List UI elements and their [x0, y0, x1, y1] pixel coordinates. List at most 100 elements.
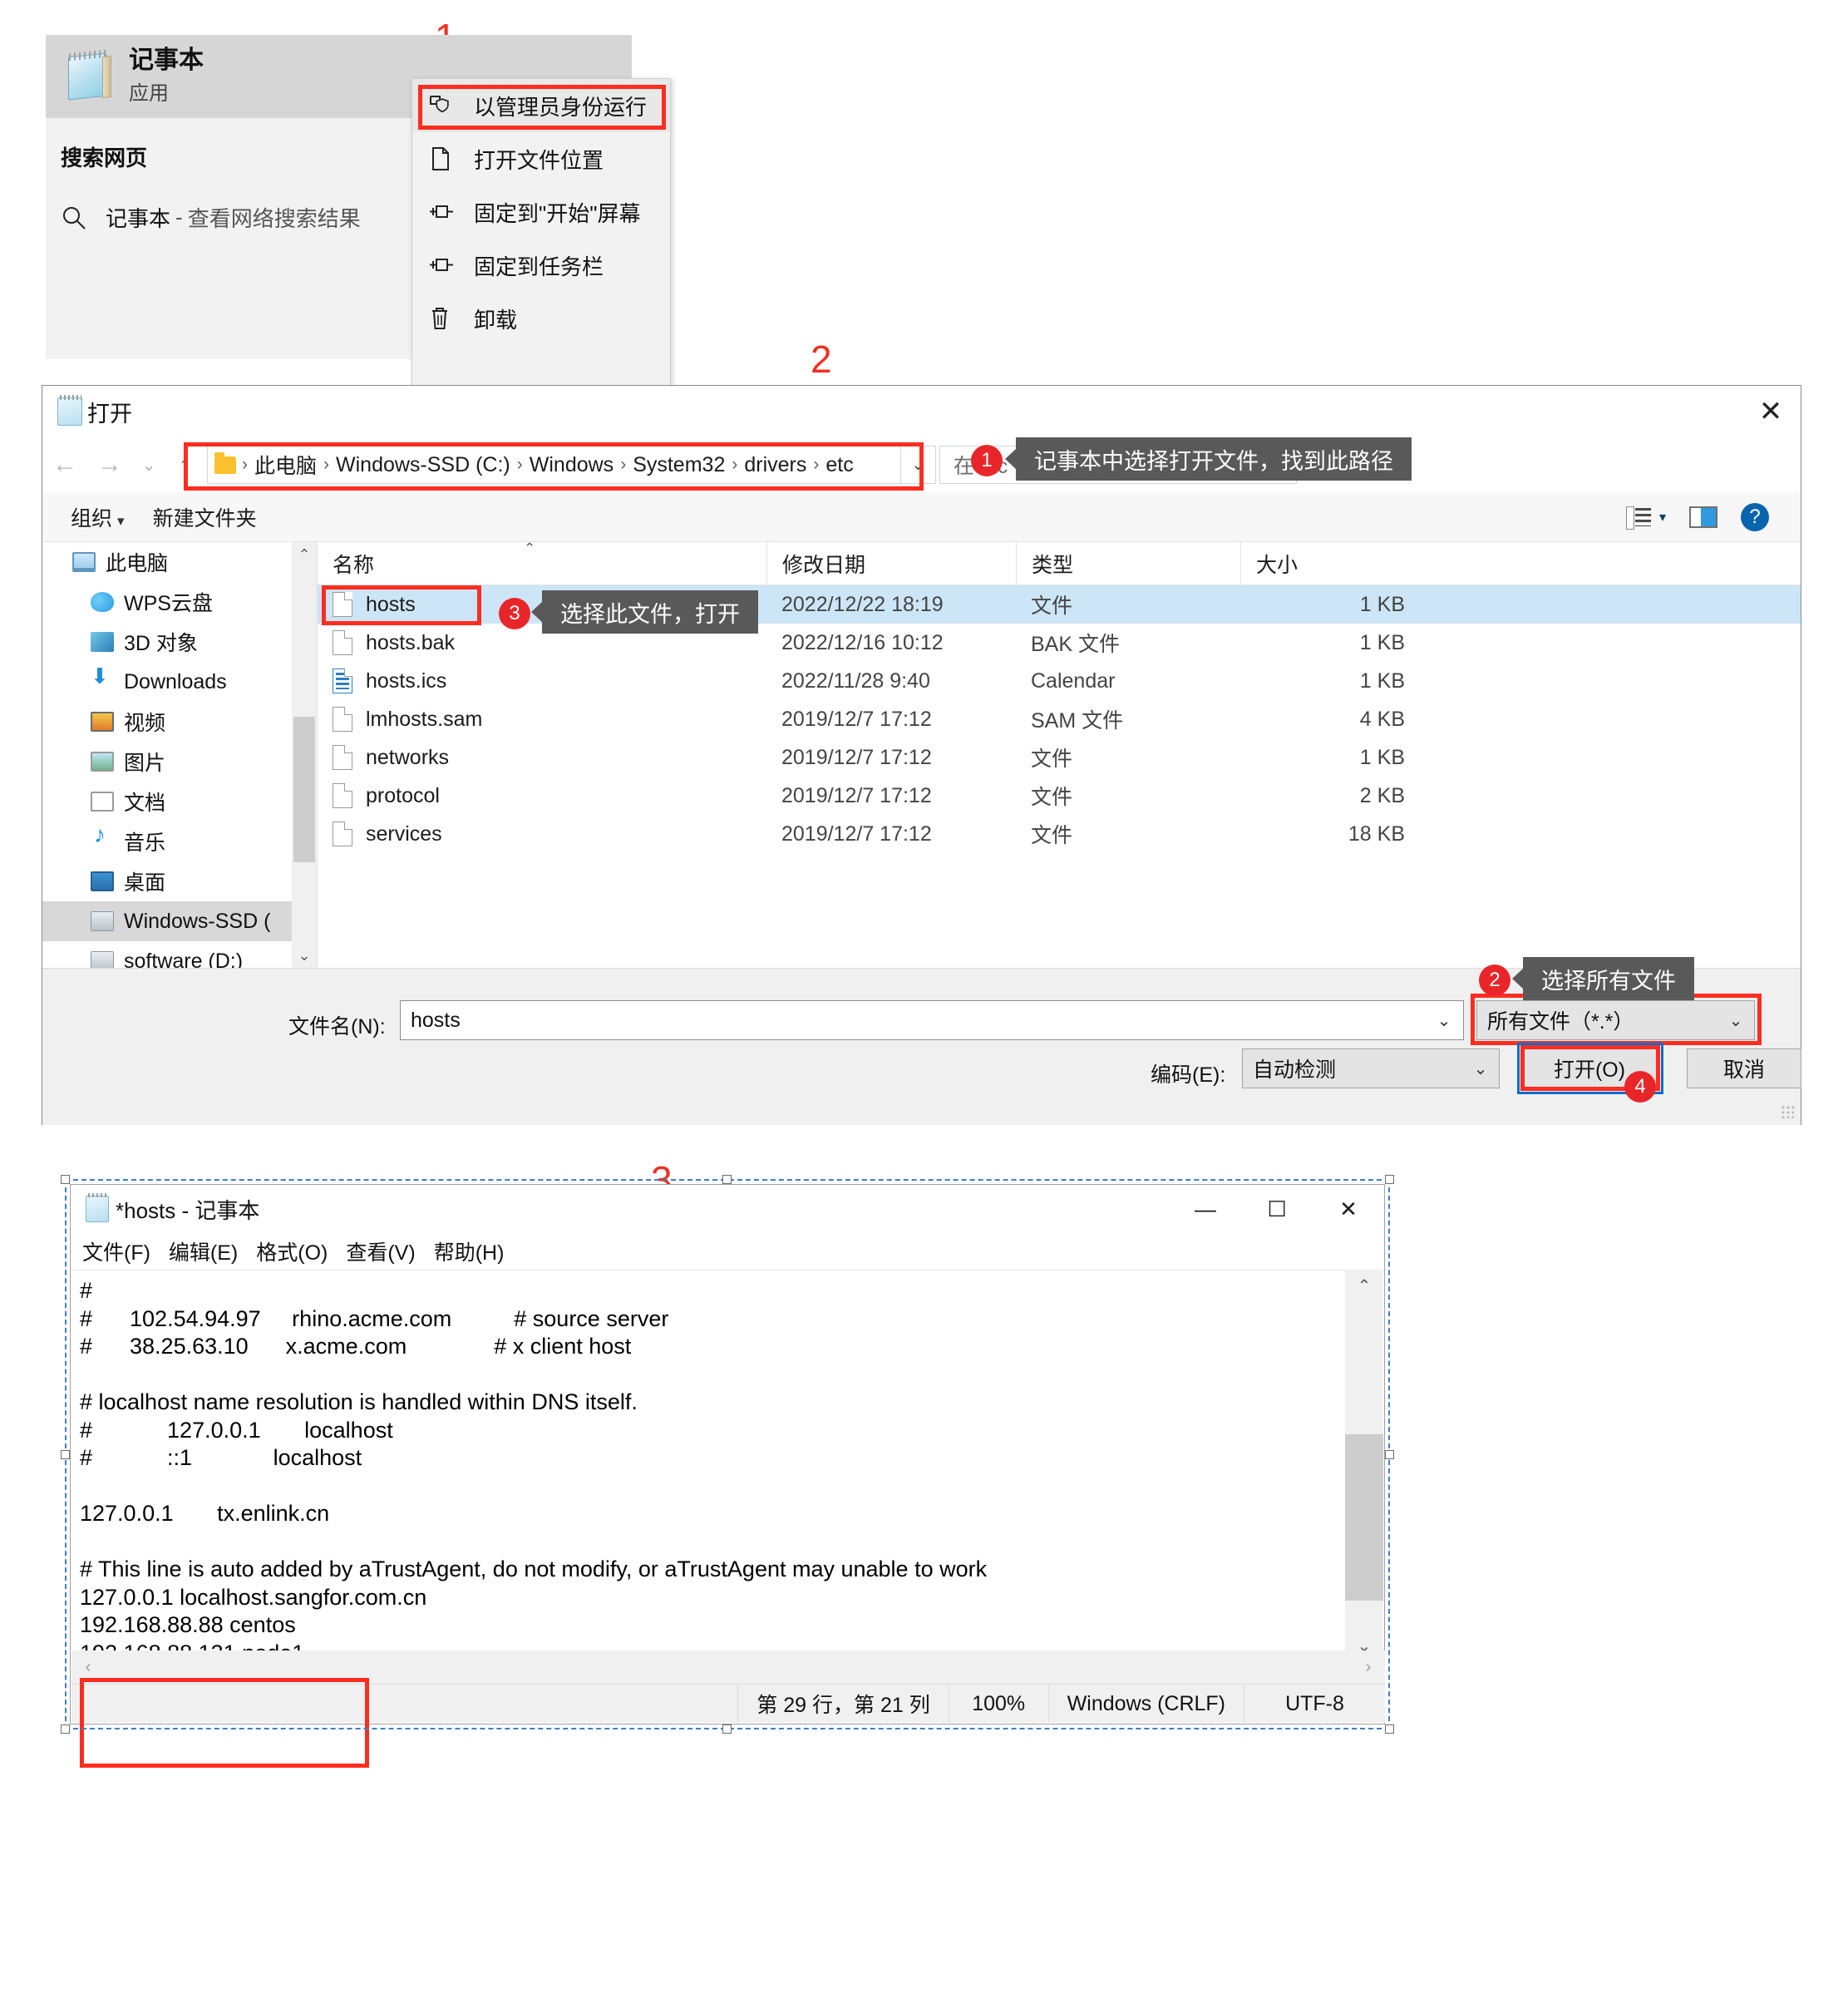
breadcrumb-item-system32[interactable]: System32: [628, 453, 729, 477]
sidebar-item-software-d[interactable]: software (D:): [42, 941, 317, 968]
table-row[interactable]: networks 2019/12/7 17:12 文件 1 KB: [318, 738, 1801, 777]
maximize-icon[interactable]: ☐: [1241, 1185, 1313, 1233]
encoding-select[interactable]: 自动检测 ⌄: [1242, 1048, 1500, 1088]
sidebar-item-videos[interactable]: 视频: [42, 702, 317, 742]
table-row[interactable]: hosts.ics 2022/11/28 9:40 Calendar 1 KB: [318, 662, 1801, 700]
breadcrumb-item-etc[interactable]: etc: [821, 453, 857, 477]
breadcrumb-item-this-pc[interactable]: 此电脑: [250, 450, 321, 480]
file-type: 文件: [1031, 824, 1073, 847]
download-icon: [91, 664, 124, 692]
help-icon[interactable]: ?: [1741, 502, 1769, 531]
preview-pane-icon[interactable]: [1689, 506, 1717, 528]
minimize-icon[interactable]: —: [1170, 1185, 1241, 1233]
chevron-down-icon[interactable]: ⌄: [901, 446, 936, 484]
menu-item-open-file-location[interactable]: 打开文件位置: [412, 132, 670, 185]
new-folder-button[interactable]: 新建文件夹: [153, 502, 257, 532]
menu-view[interactable]: 查看(V): [346, 1236, 415, 1266]
scrollbar-thumb[interactable]: [1345, 1434, 1383, 1601]
file-size: 4 KB: [1359, 707, 1405, 731]
sidebar-scrollbar[interactable]: ⌃ ⌄: [292, 542, 317, 968]
organize-button[interactable]: 组织 ▾: [71, 502, 125, 532]
selection-handle-bottom-left[interactable]: [61, 1724, 70, 1734]
sidebar-item-windows-ssd[interactable]: Windows-SSD (: [42, 901, 317, 941]
selection-handle-top-right[interactable]: [1385, 1175, 1394, 1184]
breadcrumb-item-drive[interactable]: Windows-SSD (C:): [332, 453, 515, 477]
cancel-button[interactable]: 取消: [1687, 1048, 1801, 1088]
close-icon[interactable]: ✕: [1741, 386, 1801, 437]
breadcrumb-item-drivers[interactable]: drivers: [740, 453, 811, 477]
sidebar-item-documents[interactable]: 文档: [42, 782, 317, 821]
scroll-up-icon[interactable]: ⌃: [1345, 1270, 1383, 1301]
forward-button[interactable]: →: [87, 451, 132, 479]
selection-handle-middle-left[interactable]: [61, 1450, 70, 1459]
sidebar-item-wps-cloud[interactable]: WPS云盘: [42, 582, 317, 622]
file-type-select[interactable]: 所有文件（*.*） ⌄: [1476, 1000, 1755, 1040]
sidebar-item-this-pc[interactable]: 此电脑: [42, 542, 317, 582]
column-header-size[interactable]: 大小: [1240, 542, 1423, 585]
dialog-title-bar: 打开 ✕: [42, 386, 1801, 437]
selection-handle-bottom-right[interactable]: [1385, 1724, 1394, 1734]
file-icon: [333, 707, 352, 732]
table-row[interactable]: services 2019/12/7 17:12 文件 18 KB: [318, 815, 1801, 853]
notepad-window: *hosts - 记事本 — ☐ ✕ 文件(F) 编辑(E) 格式(O) 查看(…: [70, 1184, 1385, 1724]
table-row[interactable]: protocol 2019/12/7 17:12 文件 2 KB: [318, 777, 1801, 815]
sidebar-item-pictures[interactable]: 图片: [42, 742, 317, 782]
text-line: [80, 1361, 1345, 1389]
menu-item-run-as-admin[interactable]: 以管理员身份运行: [412, 79, 670, 132]
history-dropdown[interactable]: ⌄: [132, 455, 165, 476]
breadcrumb-sep: ›: [620, 455, 627, 474]
chevron-down-icon[interactable]: ⌄: [1425, 1001, 1463, 1039]
menu-edit[interactable]: 编辑(E): [169, 1236, 238, 1266]
text-line: 127.0.0.1 tx.enlink.cn: [80, 1501, 330, 1526]
file-name: hosts: [366, 592, 416, 616]
callout-bubble-3: 选择此文件，打开: [542, 590, 758, 634]
column-header-name[interactable]: 名称 ⌃: [318, 540, 766, 585]
menu-item-uninstall[interactable]: 卸载: [412, 292, 670, 345]
sidebar-item-downloads[interactable]: Downloads: [42, 662, 317, 702]
list-view-icon[interactable]: [1625, 506, 1651, 530]
selection-handle-middle-right[interactable]: [1385, 1450, 1394, 1459]
breadcrumb[interactable]: › 此电脑 › Windows-SSD (C:) › Windows › Sys…: [207, 446, 901, 484]
chevron-down-icon[interactable]: ▾: [1659, 509, 1666, 525]
chevron-down-icon[interactable]: ⌄: [1462, 1049, 1499, 1088]
document-icon: [91, 792, 124, 812]
file-type: SAM 文件: [1031, 709, 1124, 733]
column-header-date[interactable]: 修改日期: [766, 542, 1016, 585]
selection-handle-top-center[interactable]: [722, 1175, 732, 1184]
file-list-header: 名称 ⌃ 修改日期 类型 大小: [318, 540, 1801, 585]
column-header-type[interactable]: 类型: [1016, 542, 1240, 585]
menu-item-pin-to-start[interactable]: 固定到"开始"屏幕: [412, 185, 670, 239]
breadcrumb-sep: ›: [813, 455, 820, 474]
app-name: 记事本: [129, 47, 204, 75]
filename-input[interactable]: hosts ⌄: [400, 1000, 1464, 1040]
notepad-horizontal-scrollbar[interactable]: ‹ ›: [71, 1650, 1385, 1684]
sidebar-item-desktop[interactable]: 桌面: [42, 861, 317, 901]
scroll-right-icon[interactable]: ›: [1352, 1658, 1385, 1677]
menu-item-pin-to-taskbar[interactable]: 固定到任务栏: [412, 239, 670, 292]
scroll-up-icon[interactable]: ⌃: [292, 542, 317, 567]
scroll-down-icon[interactable]: ⌄: [292, 943, 317, 968]
back-button[interactable]: ←: [42, 451, 87, 479]
menu-format[interactable]: 格式(O): [256, 1236, 328, 1266]
scrollbar-thumb[interactable]: [293, 717, 315, 862]
up-button[interactable]: ↑: [165, 451, 204, 478]
file-name-cell: hosts.bak: [318, 630, 766, 655]
sidebar-item-music[interactable]: 音乐: [42, 821, 317, 861]
selection-handle-top-left[interactable]: [61, 1175, 70, 1184]
notepad-text-area[interactable]: # # 102.54.94.97 rhino.acme.com # source…: [71, 1270, 1345, 1661]
resize-grip[interactable]: [1781, 1105, 1794, 1118]
file-icon: [333, 821, 352, 846]
scroll-left-icon[interactable]: ‹: [71, 1658, 105, 1677]
file-size: 2 KB: [1359, 783, 1405, 807]
menu-file[interactable]: 文件(F): [82, 1236, 150, 1266]
breadcrumb-item-windows[interactable]: Windows: [525, 453, 618, 477]
sidebar-item-3d-objects[interactable]: 3D 对象: [42, 622, 317, 662]
notepad-vertical-scrollbar[interactable]: ⌃ ⌄: [1345, 1270, 1383, 1661]
callout-badge-3: 3: [499, 598, 530, 629]
chevron-down-icon[interactable]: ⌄: [1717, 1001, 1754, 1039]
table-row[interactable]: lmhosts.sam 2019/12/7 17:12 SAM 文件 4 KB: [318, 700, 1801, 738]
close-icon[interactable]: ✕: [1313, 1185, 1384, 1233]
menu-help[interactable]: 帮助(H): [434, 1236, 505, 1266]
selection-handle-bottom-center[interactable]: [722, 1724, 732, 1734]
table-row[interactable]: hosts.bak 2022/12/16 10:12 BAK 文件 1 KB: [318, 624, 1801, 662]
